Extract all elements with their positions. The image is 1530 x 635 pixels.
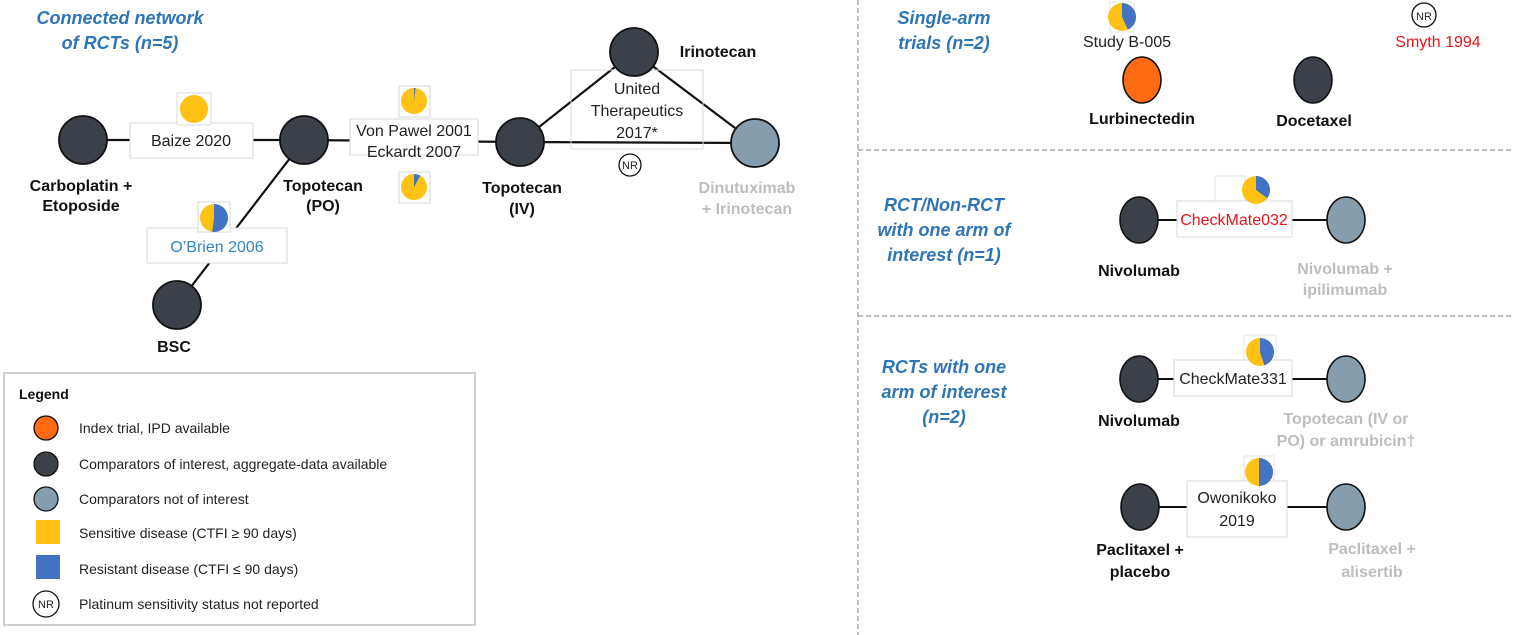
nr-text: NR bbox=[622, 160, 638, 172]
pie-frame-checkmate032 bbox=[1214, 175, 1246, 204]
node-label-nivolumab-ipilimumab-line1: Nivolumab + bbox=[1297, 261, 1393, 278]
pie-chart-eckardt bbox=[401, 174, 427, 200]
legend: Legend Index trial, IPD available Compar… bbox=[3, 372, 476, 626]
trial-label-smyth-1994: Smyth 1994 bbox=[1395, 34, 1480, 51]
single-arm-title-line2: trials (n=2) bbox=[898, 33, 990, 53]
node-label-nivolumab-2: Nivolumab bbox=[1098, 413, 1180, 430]
trial-label-vonpawel: Von Pawel 2001 bbox=[356, 123, 472, 140]
pie-chart-checkmate032 bbox=[1242, 176, 1270, 204]
connected-network-title-line1: Connected network bbox=[36, 8, 204, 28]
legend-item-label: Comparators not of interest bbox=[79, 491, 249, 507]
legend-index-trial-icon bbox=[33, 415, 59, 441]
edge-topotecan-po-bsc bbox=[176, 139, 305, 306]
node-label-carboplatin-line1: Carboplatin + bbox=[30, 178, 133, 195]
node-label-topotecan-amrubicin-line2: PO) or amrubicin† bbox=[1277, 433, 1416, 450]
pie-chart-owonikoko bbox=[1245, 458, 1273, 486]
node-nivolumab bbox=[1119, 196, 1159, 244]
node-paclitaxel-placebo bbox=[1120, 483, 1160, 531]
trial-label-study-b005: Study B-005 bbox=[1083, 34, 1171, 51]
trial-label-united-line3: 2017* bbox=[616, 125, 658, 142]
trial-label-baize: Baize 2020 bbox=[151, 133, 231, 150]
node-label-paclitaxel-alisertib-line1: Paclitaxel + bbox=[1328, 541, 1416, 558]
evidence-network-diagram: Connected network of RCTs (n=5) Baize 20… bbox=[3, 0, 1512, 635]
node-label-topotecan-po-line1: Topotecan bbox=[283, 178, 363, 195]
node-nivolumab-ipilimumab bbox=[1326, 196, 1366, 244]
legend-item-label: Comparators of interest, aggregate-data … bbox=[79, 456, 387, 472]
node-irinotecan bbox=[609, 27, 659, 77]
node-topotecan-po bbox=[279, 115, 329, 165]
nr-badge-smyth: NR bbox=[1411, 2, 1437, 28]
node-label-docetaxel: Docetaxel bbox=[1276, 113, 1352, 130]
node-label-topotecan-iv-line2: (IV) bbox=[509, 201, 535, 218]
legend-item-label: Platinum sensitivity status not reported bbox=[79, 596, 319, 612]
node-label-bsc: BSC bbox=[157, 339, 191, 356]
edge-topotecan-iv-dinutuximab bbox=[519, 140, 756, 145]
node-bsc bbox=[152, 280, 202, 330]
single-arm-title-line1: Single-arm bbox=[897, 8, 990, 28]
trial-label-obrien: O’Brien 2006 bbox=[170, 239, 263, 256]
node-label-paclitaxel-placebo-line2: placebo bbox=[1110, 564, 1171, 581]
node-label-dinutuximab-line2: + Irinotecan bbox=[702, 201, 792, 218]
pie-chart-study-b005 bbox=[1108, 3, 1137, 31]
trial-label-owonikoko-line1: Owonikoko bbox=[1197, 490, 1276, 507]
node-docetaxel bbox=[1293, 56, 1333, 104]
trial-label-owonikoko-line2: 2019 bbox=[1219, 513, 1255, 530]
connected-network-title-line2: of RCTs (n=5) bbox=[62, 33, 179, 53]
node-lurbinectedin bbox=[1122, 56, 1162, 104]
pie-chart-baize bbox=[180, 95, 208, 123]
legend-resistant-swatch-icon bbox=[36, 555, 60, 579]
node-carboplatin-etoposide bbox=[58, 115, 108, 165]
pie-chart-checkmate331 bbox=[1246, 338, 1275, 366]
node-topotecan-amrubicin bbox=[1326, 355, 1366, 403]
node-label-nivolumab: Nivolumab bbox=[1098, 263, 1180, 280]
node-paclitaxel-alisertib bbox=[1326, 483, 1366, 531]
rct-one-arm-title-line3: (n=2) bbox=[922, 407, 966, 427]
trial-label-eckardt: Eckardt 2007 bbox=[367, 144, 461, 161]
legend-item-label: Resistant disease (CTFI ≤ 90 days) bbox=[79, 561, 298, 577]
legend-nr-text: NR bbox=[38, 599, 54, 611]
rct-one-arm-title-line1: RCTs with one bbox=[882, 357, 1006, 377]
nr-badge-united: NR bbox=[618, 153, 642, 177]
node-label-nivolumab-ipilimumab-line2: ipilimumab bbox=[1303, 282, 1388, 299]
node-label-paclitaxel-placebo-line1: Paclitaxel + bbox=[1096, 542, 1184, 559]
node-dinutuximab-irinotecan bbox=[730, 118, 780, 168]
legend-item-label: Index trial, IPD available bbox=[79, 420, 230, 436]
rct-one-arm-title-line2: arm of interest bbox=[881, 382, 1007, 402]
rct-nonrct-title-line1: RCT/Non-RCT bbox=[884, 195, 1006, 215]
nr-text: NR bbox=[1416, 11, 1432, 23]
node-label-topotecan-iv-line1: Topotecan bbox=[482, 180, 562, 197]
node-label-lurbinectedin: Lurbinectedin bbox=[1089, 111, 1195, 128]
legend-comparator-not-interest-icon bbox=[33, 486, 59, 512]
rct-nonrct-title-line3: interest (n=1) bbox=[887, 245, 1001, 265]
legend-comparator-interest-icon bbox=[33, 451, 59, 477]
baize-sensitive-slice bbox=[180, 95, 208, 123]
pie-chart-vonpawel bbox=[401, 88, 427, 114]
node-label-paclitaxel-alisertib-line2: alisertib bbox=[1341, 564, 1403, 581]
trial-label-checkmate331: CheckMate331 bbox=[1179, 371, 1287, 388]
node-label-irinotecan: Irinotecan bbox=[680, 44, 756, 61]
pie-chart-obrien bbox=[200, 204, 229, 232]
legend-sensitive-swatch-icon bbox=[36, 520, 60, 544]
node-label-topotecan-amrubicin-line1: Topotecan (IV or bbox=[1283, 411, 1408, 428]
legend-item-label: Sensitive disease (CTFI ≥ 90 days) bbox=[79, 525, 297, 541]
trial-label-united-line2: Therapeutics bbox=[591, 103, 684, 120]
legend-title: Legend bbox=[19, 386, 69, 402]
node-label-dinutuximab-line1: Dinutuximab bbox=[699, 180, 796, 197]
node-topotecan-iv bbox=[495, 117, 545, 167]
node-label-topotecan-po-line2: (PO) bbox=[306, 198, 340, 215]
trial-label-checkmate032: CheckMate032 bbox=[1180, 212, 1288, 229]
rct-nonrct-title-line2: with one arm of bbox=[877, 220, 1012, 240]
node-label-carboplatin-line2: Etoposide bbox=[42, 198, 119, 215]
node-nivolumab-2 bbox=[1119, 355, 1159, 403]
trial-label-united-line1: United bbox=[614, 81, 660, 98]
